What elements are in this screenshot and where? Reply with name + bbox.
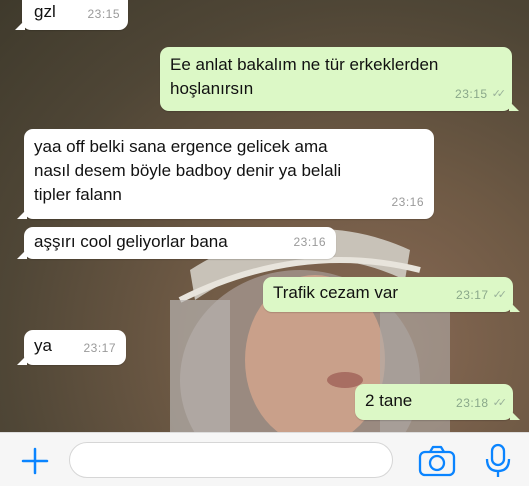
message-text: tipler falann xyxy=(34,185,122,204)
message-text: ya xyxy=(34,336,52,355)
message-time: 23:16 xyxy=(293,235,326,249)
message-time: 23:15 ✓✓ xyxy=(455,82,507,106)
chat-area: gzl 23:15 Ee anlat bakalım ne tür erkekl… xyxy=(0,0,529,432)
message-input[interactable] xyxy=(69,442,393,478)
message-text: Trafik cezam var xyxy=(273,283,399,302)
message-time: 23:17 ✓✓ xyxy=(456,283,508,307)
read-receipt-icon: ✓✓ xyxy=(492,397,508,409)
message-bubble-outgoing[interactable]: 2 tane 23:18 ✓✓ xyxy=(355,384,520,420)
microphone-icon[interactable] xyxy=(484,443,512,479)
message-bubble-incoming[interactable]: aşşırı cool geliyorlar bana 23:16 xyxy=(17,227,336,259)
plus-icon[interactable] xyxy=(20,446,50,476)
message-bubble-outgoing[interactable]: Trafik cezam var 23:17 ✓✓ xyxy=(263,277,520,312)
message-bubble-outgoing[interactable]: Ee anlat bakalım ne tür erkeklerden hoşl… xyxy=(160,47,519,111)
message-time: 23:17 xyxy=(83,341,116,355)
read-receipt-icon: ✓✓ xyxy=(492,289,508,301)
message-text: 2 tane xyxy=(365,391,413,410)
message-text: nasıl desem böyle badboy denir ya belali xyxy=(34,161,342,180)
message-text: gzl xyxy=(34,2,56,21)
message-bubble-incoming[interactable]: gzl 23:15 xyxy=(15,0,128,30)
message-time: 23:18 ✓✓ xyxy=(456,391,508,415)
message-bubble-incoming[interactable]: ya 23:17 xyxy=(17,330,126,365)
message-input-bar xyxy=(0,432,529,486)
camera-icon[interactable] xyxy=(418,445,456,477)
message-bubble-incoming[interactable]: yaa off belki sana ergence gelicek ama n… xyxy=(17,129,434,219)
message-text: hoşlanırsın xyxy=(170,79,254,98)
read-receipt-icon: ✓✓ xyxy=(491,88,507,100)
message-time: 23:15 xyxy=(87,7,120,21)
message-text: Ee anlat bakalım ne tür erkeklerden xyxy=(170,55,439,74)
message-time: 23:16 xyxy=(391,195,424,209)
message-text: aşşırı cool geliyorlar bana xyxy=(34,232,228,251)
message-text: yaa off belki sana ergence gelicek ama xyxy=(34,137,328,156)
